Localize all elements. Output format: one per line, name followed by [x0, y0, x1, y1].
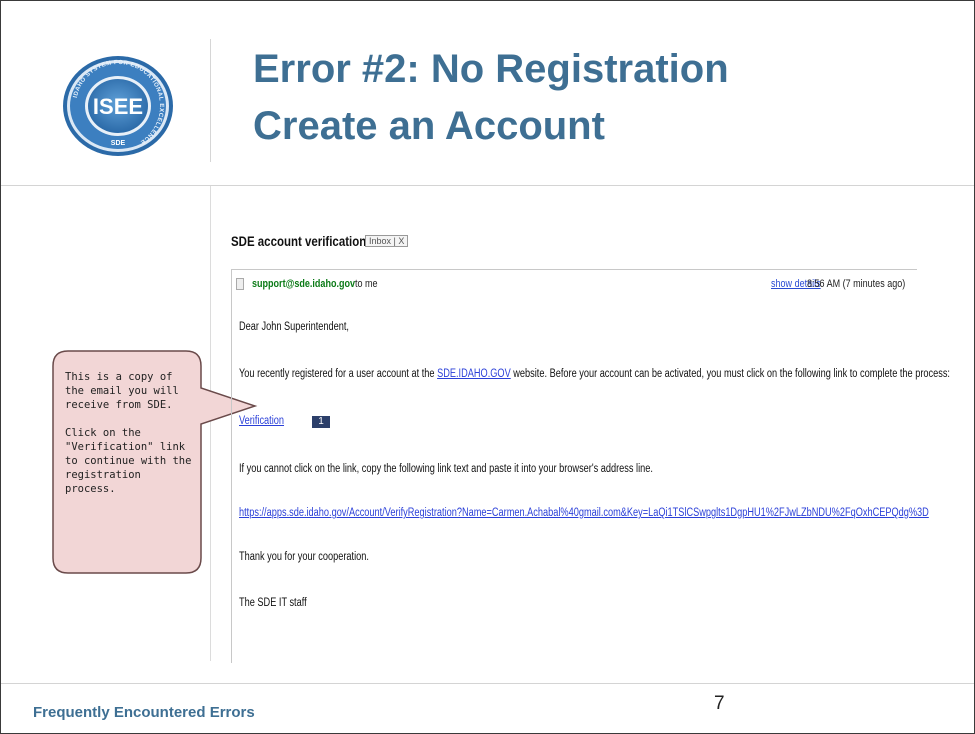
callout-paragraph-2: Click on the "Verification" link to cont… [65, 427, 192, 495]
signature: The SDE IT staff [239, 597, 307, 609]
site-link[interactable]: SDE.IDAHO.GOV [437, 368, 511, 380]
inbox-label[interactable]: Inbox | X [365, 235, 409, 247]
body-paragraph: You recently registered for a user accou… [239, 368, 950, 380]
footer-label: Frequently Encountered Errors [33, 704, 255, 721]
sender-icon [236, 278, 244, 290]
verification-row: Verification [239, 415, 284, 427]
copy-instruction: If you cannot click on the link, copy th… [239, 463, 653, 475]
email-time: 8:56 AM (7 minutes ago) [807, 278, 906, 290]
sender-row: support@sde.idaho.gov to me show details… [214, 275, 914, 295]
email-screenshot: SDE account verification Inbox | X suppo… [214, 223, 950, 663]
body-text-after: website. Before your account can be acti… [510, 368, 950, 380]
callout-text: This is a copy of the email you will rec… [65, 370, 195, 510]
thanks-line: Thank you for your cooperation. [239, 551, 369, 563]
body-text-before: You recently registered for a user accou… [239, 368, 438, 380]
title-line-2: Create an Account [253, 104, 605, 148]
verification-link[interactable]: Verification [239, 415, 284, 427]
title-line-1: Error #2: No Registration [253, 47, 729, 91]
svg-text:ISEE: ISEE [93, 94, 143, 119]
isee-logo: ISEE IDAHO SYSTEM FOR EDUCATIONAL EXCELL… [63, 56, 173, 156]
bottom-rule [1, 683, 974, 684]
top-rule [1, 185, 974, 186]
slide-title: Error #2: No Registration Create an Acco… [253, 41, 729, 155]
verification-step-badge: 1 [312, 416, 330, 428]
page-number: 7 [714, 693, 725, 714]
header-divider [210, 39, 211, 162]
sender-address: support@sde.idaho.gov [252, 278, 356, 290]
callout-paragraph-1: This is a copy of the email you will rec… [65, 371, 179, 411]
greeting: Dear John Superintendent, [239, 321, 349, 333]
recipient: to me [355, 278, 378, 290]
slide: ISEE IDAHO SYSTEM FOR EDUCATIONAL EXCELL… [0, 0, 975, 734]
verification-url[interactable]: https://apps.sde.idaho.gov/Account/Verif… [239, 507, 929, 519]
svg-text:SDE: SDE [111, 140, 126, 147]
email-subject: SDE account verification [231, 233, 367, 249]
